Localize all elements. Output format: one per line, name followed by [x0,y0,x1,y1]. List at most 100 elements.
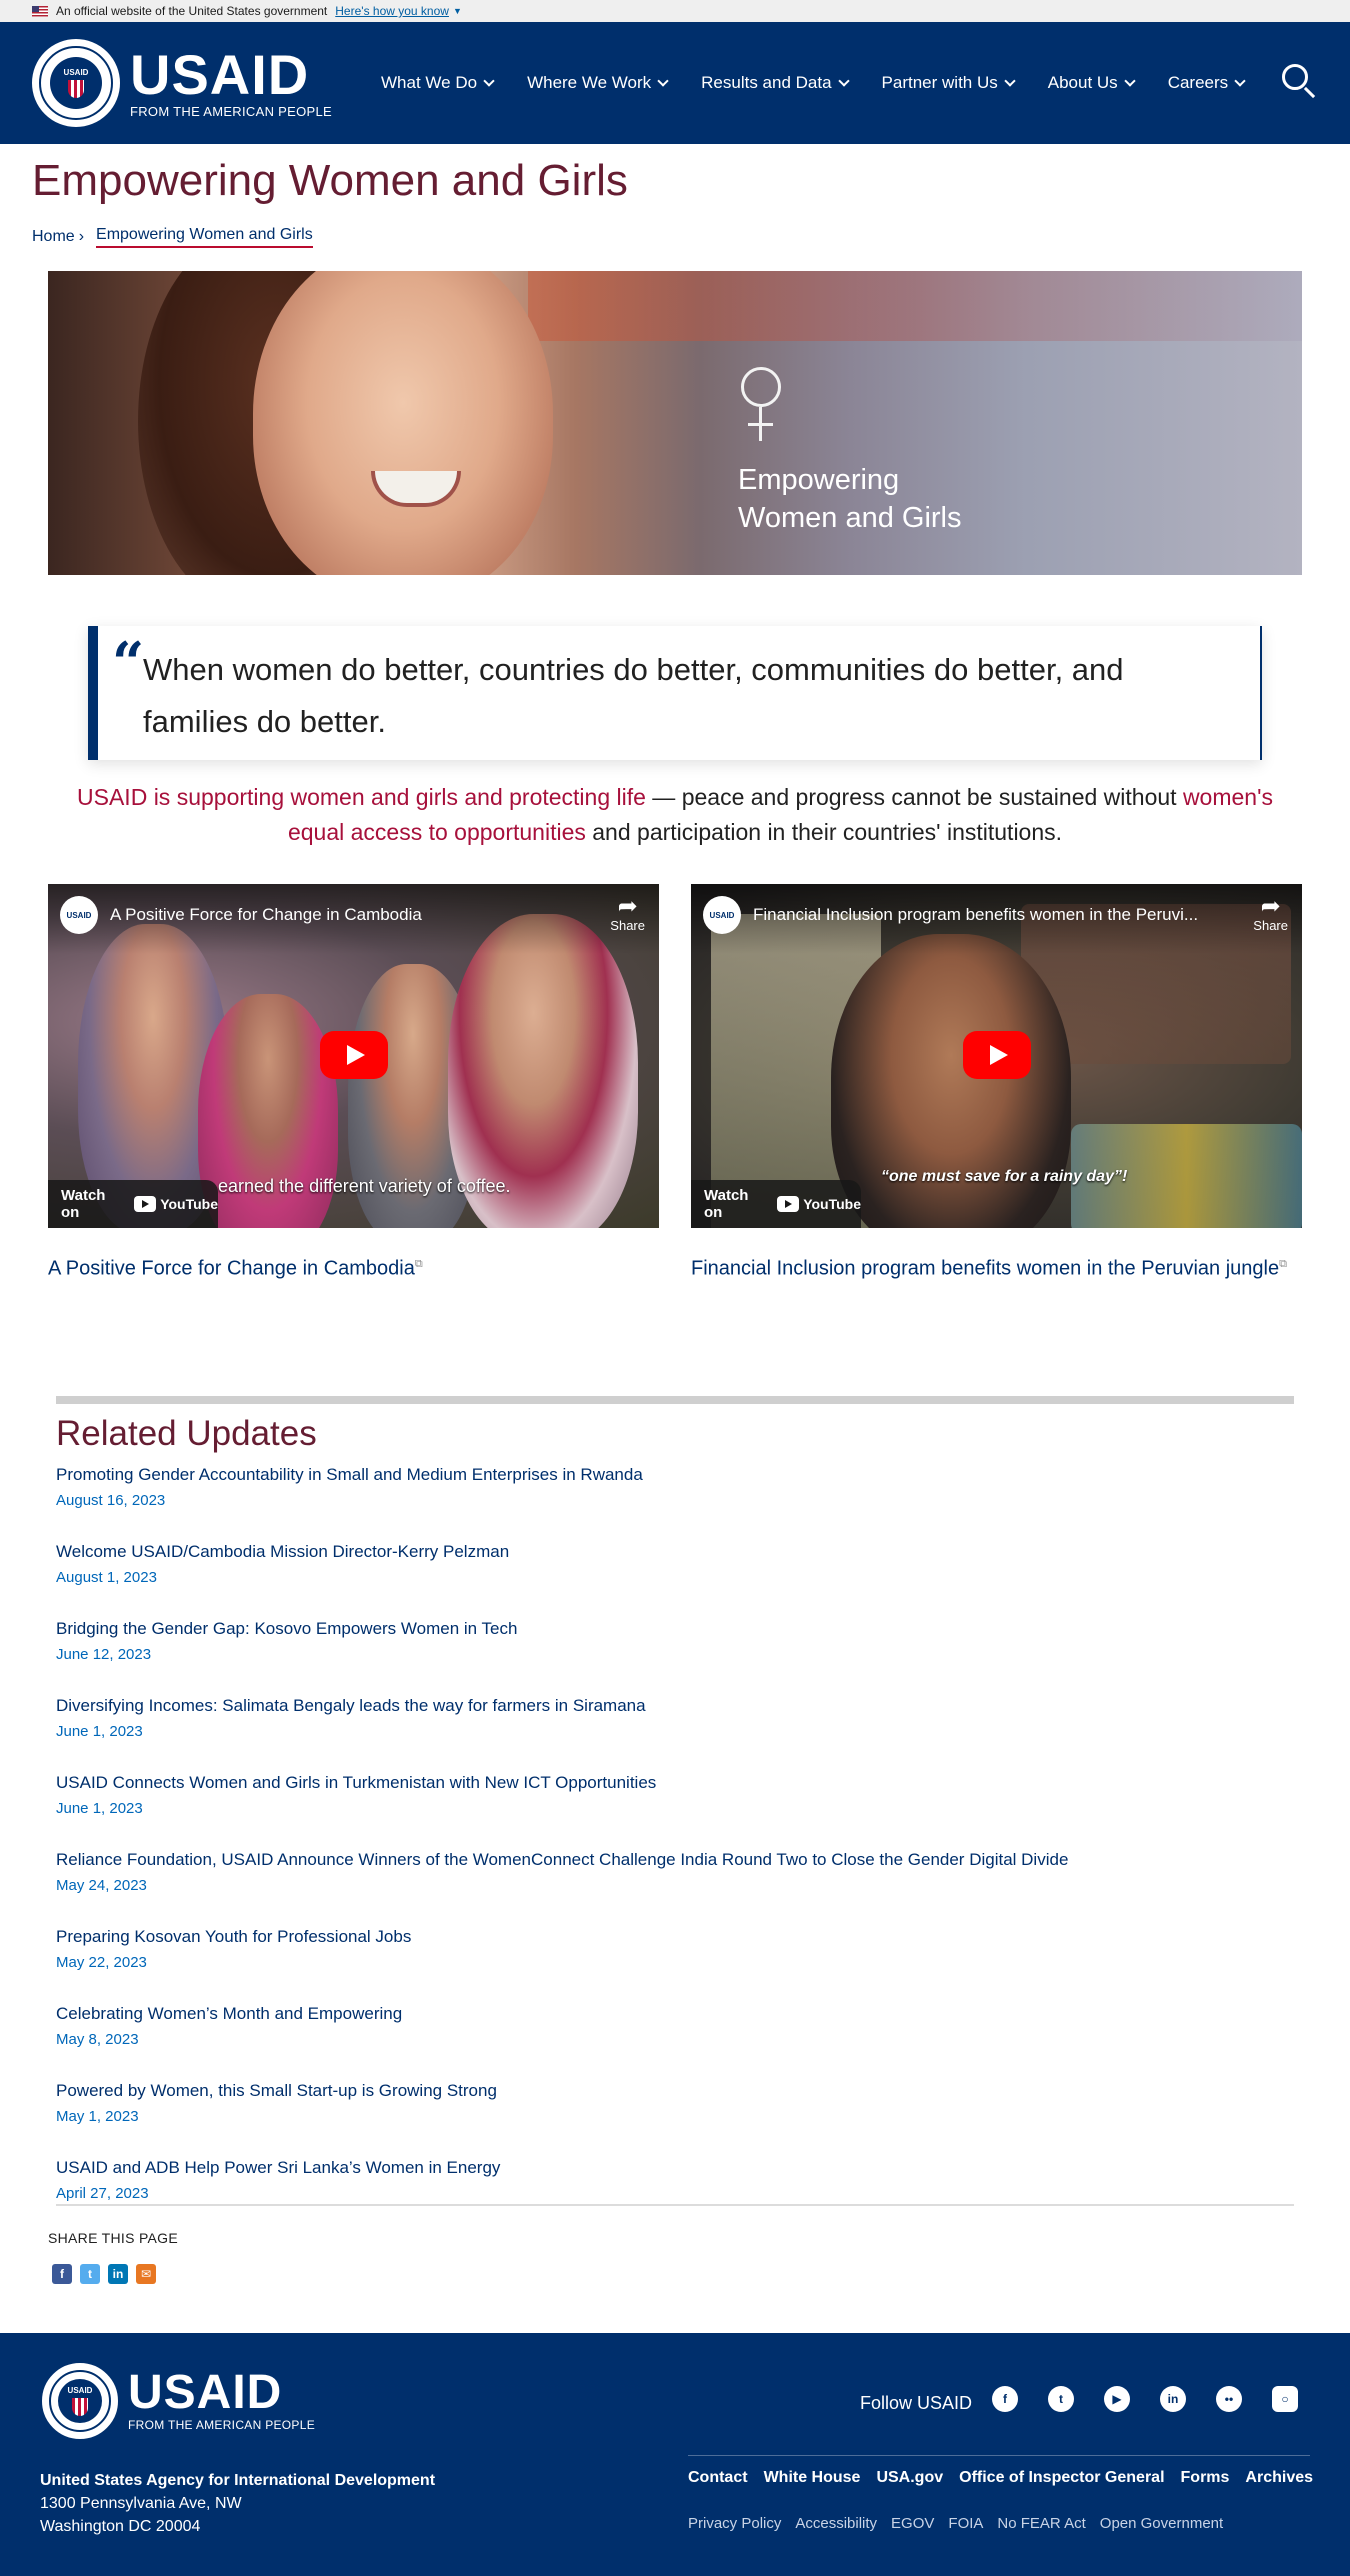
footer-link-no-fear-act[interactable]: No FEAR Act [997,2515,1085,2532]
related-update-date: April 27, 2023 [56,2185,149,2202]
chevron-down-icon [837,75,850,87]
youtube-logo-icon: YouTube [134,1196,218,1212]
quote-mark-icon: “ [112,630,145,696]
list-item: Powered by Women, this Small Start-up is… [56,2080,1294,2157]
share-arrow-icon: ➦ [1260,893,1281,920]
breadcrumb: Home › Empowering Women and Girls [32,226,313,248]
supporting-women-link[interactable]: USAID is supporting women and girls and … [77,784,646,810]
flickr-icon[interactable]: •• [1216,2386,1242,2412]
linkedin-icon[interactable]: in [1160,2386,1186,2412]
related-update-date: August 1, 2023 [56,1569,157,1586]
related-update-date: June 1, 2023 [56,1723,143,1740]
share-arrow-icon: ➦ [617,893,638,920]
email-icon[interactable]: ✉ [136,2264,156,2284]
related-update-date: May 1, 2023 [56,2108,139,2125]
nav-label: Where We Work [527,73,652,92]
nav-where-we-work[interactable]: Where We Work [510,73,684,93]
youtube-icon[interactable]: ▶ [1104,2386,1130,2412]
list-item: Preparing Kosovan Youth for Professional… [56,1926,1294,2003]
pull-quote: “ When women do better, countries do bet… [88,626,1262,760]
breadcrumb-home-link[interactable]: Home [32,228,75,246]
list-item: USAID and ADB Help Power Sri Lanka’s Wom… [56,2157,1294,2234]
video-link-cambodia[interactable]: A Positive Force for Change in Cambodia⧉ [48,1252,659,1281]
social-links: f t ▶ in •• ○ [992,2386,1298,2412]
video-embed-peru[interactable]: USAID Financial Inclusion program benefi… [691,884,1302,1228]
divider [56,2204,1294,2206]
footer-logo[interactable]: USAID USAID FROM THE AMERICAN PEOPLE [42,2363,315,2439]
nav-about-us[interactable]: About Us [1031,73,1151,93]
nav-label: Results and Data [701,73,832,92]
related-update-link[interactable]: Celebrating Women’s Month and Empowering [56,2003,1294,2025]
usaid-seal-logo[interactable]: USAID [32,39,120,127]
related-update-link[interactable]: Diversifying Incomes: Salimata Bengaly l… [56,1695,1294,1717]
hero-heading: Empowering Women and Girls [738,461,962,537]
list-item: Reliance Foundation, USAID Announce Winn… [56,1849,1294,1926]
footer-link-oig[interactable]: Office of Inspector General [959,2469,1164,2487]
channel-avatar[interactable]: USAID [60,896,98,934]
usaid-seal-logo: USAID [42,2363,118,2439]
instagram-icon[interactable]: ○ [1272,2386,1298,2412]
footer-link-archives[interactable]: Archives [1245,2469,1313,2487]
play-button[interactable] [320,1031,388,1079]
search-icon[interactable] [1280,62,1320,102]
video-embed-title[interactable]: Financial Inclusion program benefits wom… [753,905,1223,925]
facebook-icon[interactable]: f [992,2386,1018,2412]
linkedin-icon[interactable]: in [108,2264,128,2284]
related-update-link[interactable]: Preparing Kosovan Youth for Professional… [56,1926,1294,1948]
footer-link-privacy-policy[interactable]: Privacy Policy [688,2515,781,2532]
breadcrumb-current[interactable]: Empowering Women and Girls [96,226,313,248]
footer-link-white-house[interactable]: White House [764,2469,861,2487]
list-item: USAID Connects Women and Girls in Turkme… [56,1772,1294,1849]
video-link-peru[interactable]: Financial Inclusion program benefits wom… [691,1252,1302,1281]
footer-link-open-government[interactable]: Open Government [1100,2515,1223,2532]
share-button[interactable]: ➦ Share [1253,893,1288,934]
facebook-icon[interactable]: f [52,2264,72,2284]
external-link-icon: ⧉ [1279,1258,1287,1270]
related-update-link[interactable]: Bridging the Gender Gap: Kosovo Empowers… [56,1618,1294,1640]
watch-on-youtube-button[interactable]: Watch on YouTube [691,1180,861,1228]
play-button[interactable] [963,1031,1031,1079]
related-update-date: May 22, 2023 [56,1954,147,1971]
related-update-link[interactable]: USAID and ADB Help Power Sri Lanka’s Wom… [56,2157,1294,2179]
heres-how-you-know-link[interactable]: Here's how you know [335,4,449,18]
related-update-link[interactable]: USAID Connects Women and Girls in Turkme… [56,1772,1294,1794]
related-update-link[interactable]: Welcome USAID/Cambodia Mission Director-… [56,1541,1294,1563]
related-update-link[interactable]: Reliance Foundation, USAID Announce Winn… [56,1849,1294,1871]
chevron-down-icon [483,75,495,87]
footer-link-forms[interactable]: Forms [1181,2469,1230,2487]
related-update-link[interactable]: Promoting Gender Accountability in Small… [56,1464,1294,1486]
share-label: Share [1253,918,1288,933]
twitter-icon[interactable]: t [1048,2386,1074,2412]
share-this-page-label: SHARE THIS PAGE [48,2230,179,2246]
nav-what-we-do[interactable]: What We Do [364,73,510,93]
footer-link-contact[interactable]: Contact [688,2469,748,2487]
related-update-date: May 24, 2023 [56,1877,147,1894]
nav-label: Partner with Us [881,73,998,92]
tagline: FROM THE AMERICAN PEOPLE [128,2418,316,2432]
follow-usaid-label: Follow USAID [860,2393,973,2413]
list-item: Bridging the Gender Gap: Kosovo Empowers… [56,1618,1294,1695]
channel-avatar[interactable]: USAID [703,896,741,934]
related-updates-heading: Related Updates [56,1414,317,1453]
related-update-link[interactable]: Powered by Women, this Small Start-up is… [56,2080,1294,2102]
video-embed-title[interactable]: A Positive Force for Change in Cambodia [110,905,580,925]
footer-link-usa-gov[interactable]: USA.gov [876,2469,943,2487]
main-nav: What We Do Where We Work Results and Dat… [364,73,1261,93]
footer-link-accessibility[interactable]: Accessibility [795,2515,877,2532]
twitter-icon[interactable]: t [80,2264,100,2284]
chevron-down-icon [1234,75,1246,87]
chevron-down-icon [657,75,669,87]
gov-banner: An official website of the United States… [0,0,1350,22]
video-embed-cambodia[interactable]: USAID A Positive Force for Change in Cam… [48,884,659,1228]
nav-careers[interactable]: Careers [1151,73,1261,93]
share-button[interactable]: ➦ Share [610,893,645,934]
footer-link-egov[interactable]: EGOV [891,2515,934,2532]
nav-label: Careers [1167,73,1229,92]
agency-name: United States Agency for International D… [40,2472,436,2489]
watch-on-youtube-button[interactable]: Watch on YouTube [48,1180,218,1228]
nav-results-and-data[interactable]: Results and Data [684,73,864,93]
footer-link-foia[interactable]: FOIA [948,2515,983,2532]
chevron-down-icon: ▼ [452,6,462,16]
nav-partner-with-us[interactable]: Partner with Us [865,73,1031,93]
usaid-wordmark-logo[interactable]: USAID FROM THE AMERICAN PEOPLE [130,46,332,119]
